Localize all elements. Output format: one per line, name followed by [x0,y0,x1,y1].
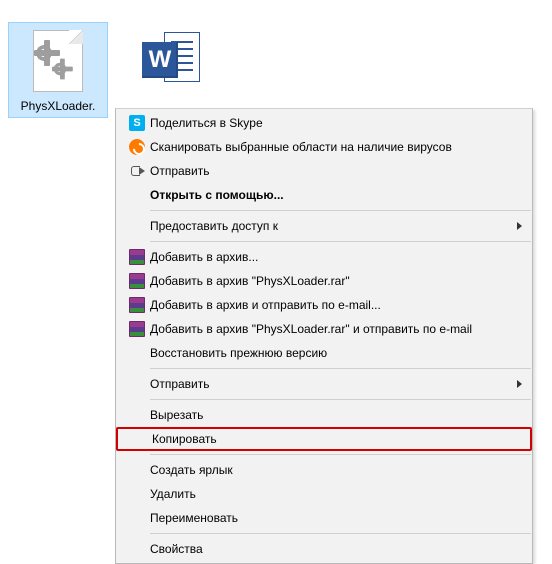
winrar-icon [129,321,145,337]
menu-item-copy[interactable]: Копировать [116,427,532,451]
menu-item-label: Добавить в архив... [150,250,512,264]
menu-item-label: Сканировать выбранные области на наличие… [150,140,512,154]
skype-icon [129,115,145,131]
menu-item-rar-name-email[interactable]: Добавить в архив "PhysXLoader.rar" и отп… [116,317,532,341]
menu-item-label: Свойства [150,542,512,556]
menu-item-shortcut[interactable]: Создать ярлык [116,458,532,482]
menu-item-label: Удалить [150,487,512,501]
menu-item-label: Добавить в архив "PhysXLoader.rar" [150,274,512,288]
winrar-icon [129,249,145,265]
menu-separator [150,368,531,369]
menu-item-label: Отправить [150,164,512,178]
menu-item-label: Восстановить прежнюю версию [150,346,512,360]
submenu-arrow-icon [517,380,522,388]
file-label: PhysXLoader. [11,99,105,113]
menu-item-scan-virus[interactable]: Сканировать выбранные области на наличие… [116,135,532,159]
submenu-arrow-icon [517,222,522,230]
menu-item-delete[interactable]: Удалить [116,482,532,506]
menu-item-label: Отправить [150,377,512,391]
file-word-doc[interactable]: W [122,22,222,102]
context-menu: Поделиться в Skype Сканировать выбранные … [115,108,533,564]
winrar-icon [129,297,145,313]
menu-item-label: Открыть с помощью... [150,188,512,202]
menu-separator [150,399,531,400]
menu-separator [150,241,531,242]
menu-separator [150,533,531,534]
menu-item-restore-prev[interactable]: Восстановить прежнюю версию [116,341,532,365]
menu-item-label: Создать ярлык [150,463,512,477]
menu-item-cut[interactable]: Вырезать [116,403,532,427]
menu-item-label: Добавить в архив "PhysXLoader.rar" и отп… [150,322,512,336]
word-document-icon: W [140,28,204,92]
menu-item-send-to[interactable]: Отправить [116,372,532,396]
menu-item-grant-access[interactable]: Предоставить доступ к [116,214,532,238]
share-icon [129,163,145,179]
menu-item-label: Копировать [152,432,510,446]
desktop: PhysXLoader. W Поделиться в Skype Сканиро… [0,0,552,562]
menu-item-label: Предоставить доступ к [150,219,512,233]
dll-file-icon [26,29,90,93]
menu-item-label: Переименовать [150,511,512,525]
menu-separator [150,210,531,211]
menu-item-rar-add[interactable]: Добавить в архив... [116,245,532,269]
winrar-icon [129,273,145,289]
menu-item-label: Поделиться в Skype [150,116,512,130]
menu-item-properties[interactable]: Свойства [116,537,532,561]
avast-icon [129,139,145,155]
menu-item-label: Вырезать [150,408,512,422]
menu-separator [150,454,531,455]
menu-item-rar-add-name[interactable]: Добавить в архив "PhysXLoader.rar" [116,269,532,293]
menu-item-send[interactable]: Отправить [116,159,532,183]
menu-item-rar-email[interactable]: Добавить в архив и отправить по e-mail..… [116,293,532,317]
menu-item-label: Добавить в архив и отправить по e-mail..… [150,298,512,312]
menu-item-open-with[interactable]: Открыть с помощью... [116,183,532,207]
menu-item-rename[interactable]: Переименовать [116,506,532,530]
menu-item-share-skype[interactable]: Поделиться в Skype [116,111,532,135]
file-physxloader[interactable]: PhysXLoader. [8,22,108,118]
